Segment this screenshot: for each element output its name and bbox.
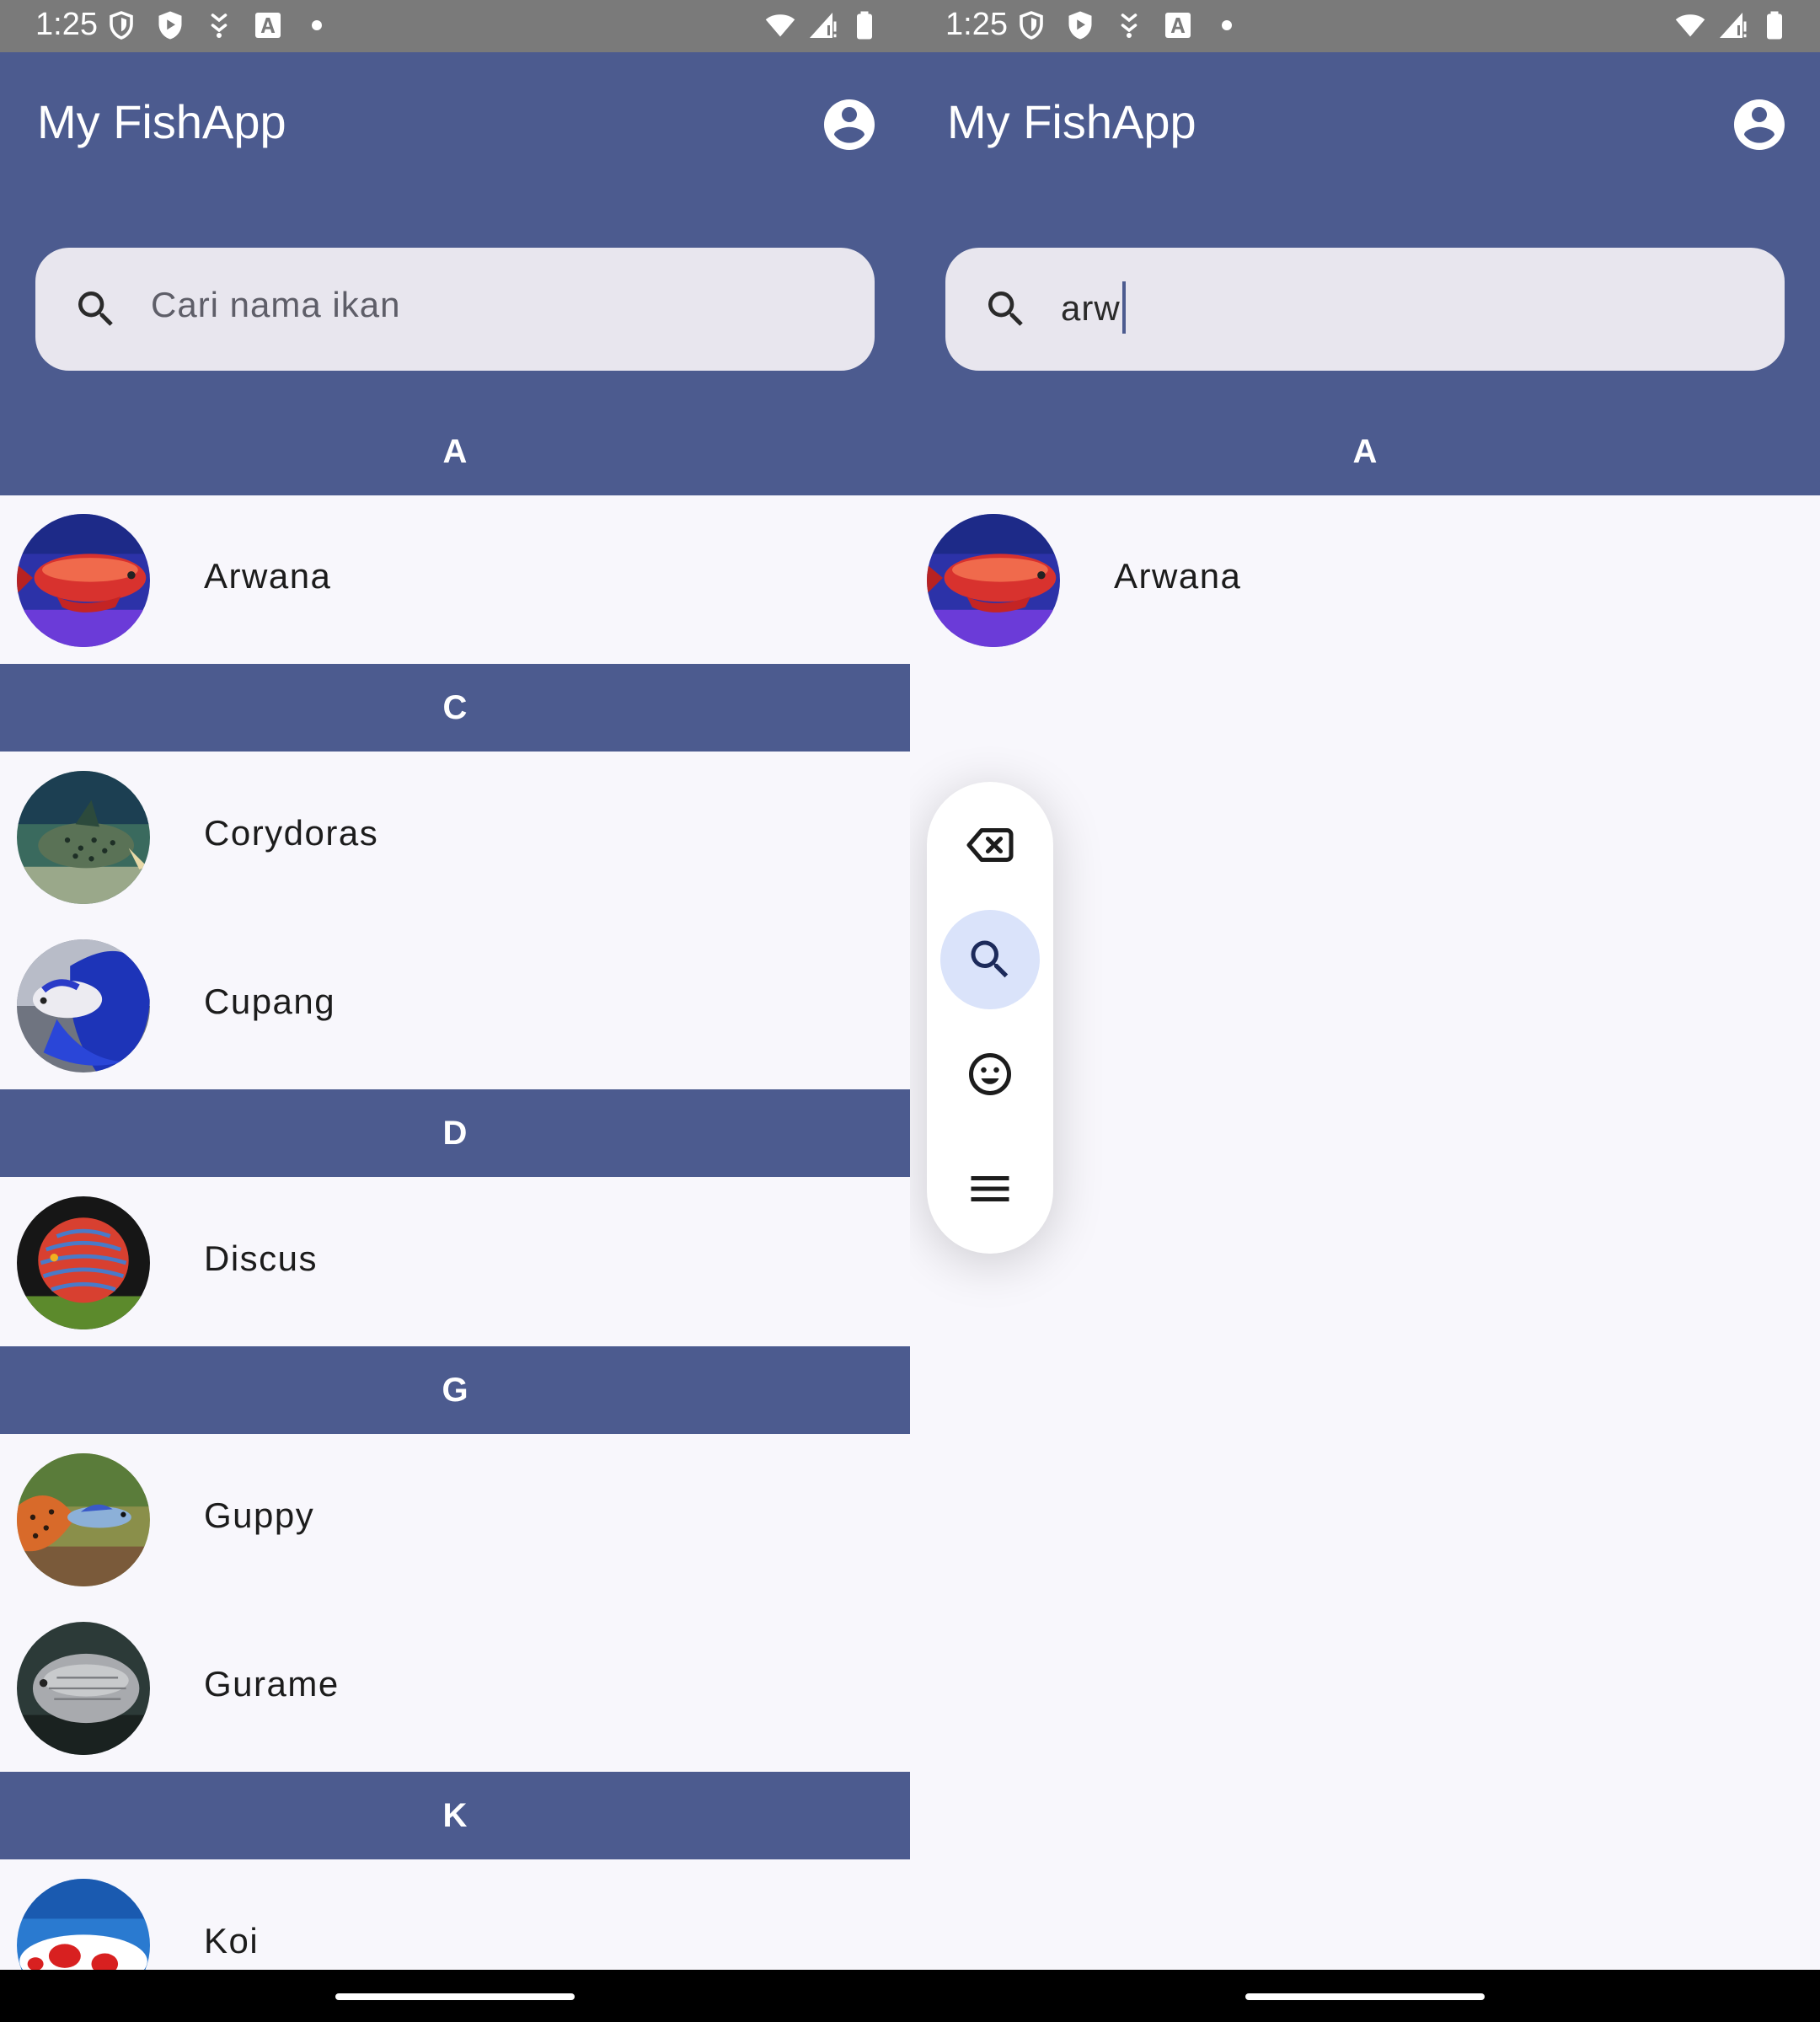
fish-thumbnail [17, 939, 150, 1073]
system-icons [1675, 10, 1790, 40]
text-cursor [1121, 281, 1126, 334]
search-input[interactable]: Cari nama ikan [151, 285, 400, 325]
battery-icon [849, 10, 880, 40]
section-header-c: C [0, 664, 910, 752]
nfc-icon [1114, 10, 1144, 40]
account-icon[interactable] [819, 94, 880, 155]
screen-right: 1:25 My FishApp arw A Arwana [910, 0, 1820, 2022]
keyboard-a-icon [253, 10, 283, 40]
signal-icon [1717, 10, 1748, 40]
fish-thumbnail [17, 514, 150, 647]
section-header-a: A [910, 408, 1820, 495]
list-item-cupang[interactable]: Cupang [0, 921, 910, 1089]
dot-icon [1212, 10, 1242, 40]
app-title: My FishApp [37, 95, 286, 148]
status-bar: 1:25 [910, 0, 1820, 52]
play-protect-icon [155, 10, 185, 40]
home-gesture-handle[interactable] [1245, 1993, 1485, 2000]
fish-name: Cupang [204, 982, 336, 1021]
navigation-bar [0, 1970, 910, 2022]
play-protect-icon [1065, 10, 1095, 40]
fish-thumbnail [17, 1622, 150, 1755]
list-item-arwana[interactable]: Arwana [910, 495, 1820, 664]
fish-thumbnail [17, 771, 150, 904]
account-icon[interactable] [1729, 94, 1790, 155]
fish-thumbnail [17, 1453, 150, 1586]
search-button[interactable] [940, 910, 1040, 1009]
fish-name: Discus [204, 1238, 318, 1278]
backspace-icon [965, 820, 1015, 870]
list-item-gurame[interactable]: Gurame [0, 1603, 910, 1772]
wifi-icon [765, 10, 795, 40]
navigation-bar [910, 1970, 1820, 2022]
search-icon [72, 286, 120, 333]
backspace-button[interactable] [940, 795, 1040, 895]
fish-name: Guppy [204, 1495, 315, 1535]
dot-icon [302, 10, 332, 40]
battery-icon [1759, 10, 1790, 40]
fish-thumbnail [927, 514, 1060, 647]
nfc-icon [204, 10, 234, 40]
keyboard-floating-toolbar [927, 782, 1053, 1254]
list-item-corydoras[interactable]: Corydoras [0, 752, 910, 921]
wifi-icon [1675, 10, 1705, 40]
section-header-a: A [0, 408, 910, 495]
status-time: 1:25 [35, 7, 98, 42]
fish-thumbnail [17, 1196, 150, 1329]
section-header-k: K [0, 1772, 910, 1859]
list-item-guppy[interactable]: Guppy [0, 1435, 910, 1603]
fish-name: Koi [204, 1921, 260, 1960]
screen-left: 1:25 My FishApp Cari nama ikan A Arwana … [0, 0, 910, 2022]
search-icon [982, 286, 1030, 333]
shield-icon [106, 10, 136, 40]
status-bar: 1:25 [0, 0, 910, 52]
search-field[interactable]: arw [945, 248, 1785, 371]
notification-icons [106, 10, 332, 40]
emoji-icon [965, 1049, 1015, 1099]
search-value: arw [1061, 288, 1121, 329]
shield-icon [1016, 10, 1046, 40]
search-field[interactable]: Cari nama ikan [35, 248, 875, 371]
keyboard-a-icon [1163, 10, 1193, 40]
app-title: My FishApp [947, 95, 1196, 148]
section-header-d: D [0, 1089, 910, 1177]
system-icons [765, 10, 880, 40]
fish-name: Gurame [204, 1664, 340, 1704]
notification-icons [1016, 10, 1242, 40]
list-item-arwana[interactable]: Arwana [0, 495, 910, 664]
section-header-g: G [0, 1346, 910, 1434]
status-time: 1:25 [945, 7, 1008, 42]
menu-icon [965, 1163, 1015, 1214]
emoji-button[interactable] [940, 1024, 1040, 1124]
fish-name: Corydoras [204, 813, 379, 853]
fish-name: Arwana [204, 556, 332, 596]
search-input[interactable]: arw [1061, 281, 1126, 337]
list-item-discus[interactable]: Discus [0, 1178, 910, 1346]
menu-button[interactable] [940, 1139, 1040, 1238]
home-gesture-handle[interactable] [335, 1993, 575, 2000]
signal-icon [807, 10, 838, 40]
fish-name: Arwana [1114, 556, 1242, 596]
search-icon [965, 934, 1015, 985]
